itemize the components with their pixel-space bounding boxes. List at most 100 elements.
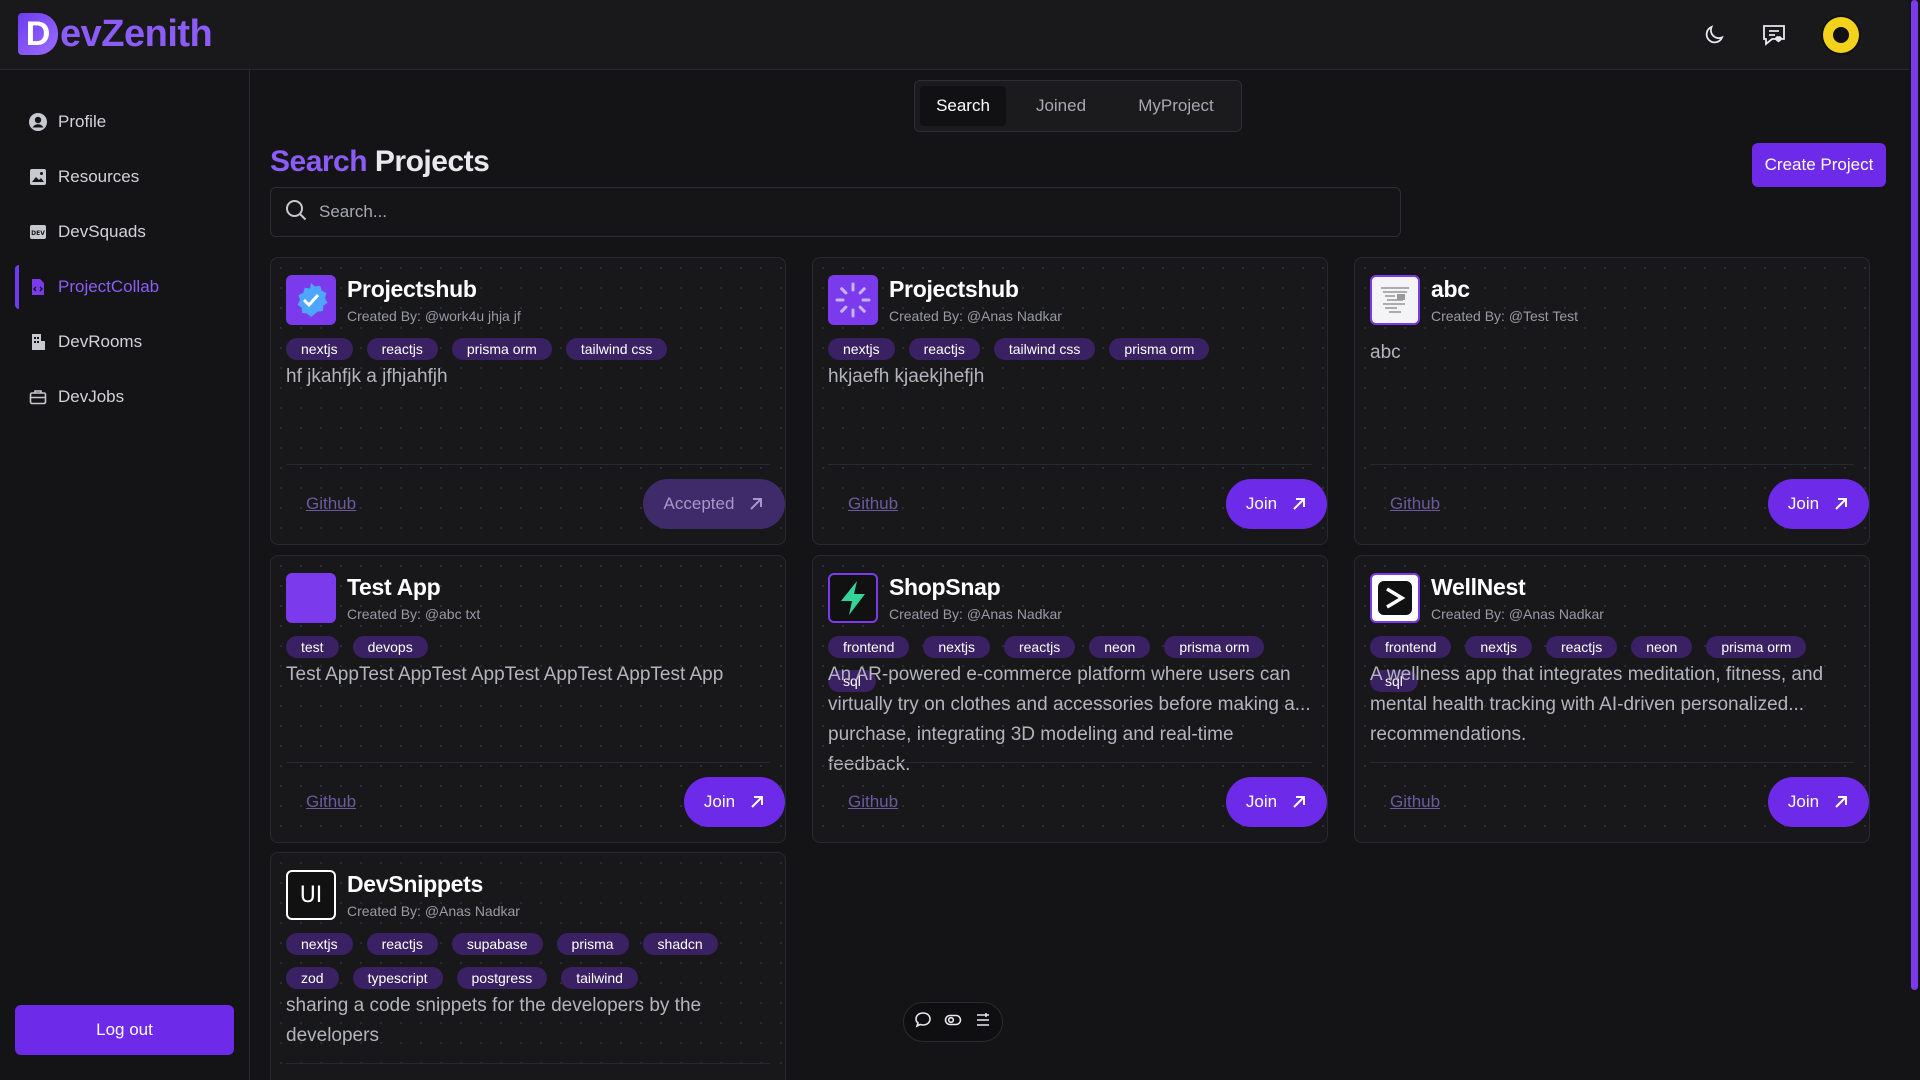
ui-text-icon: UI (286, 870, 336, 920)
tag: nextjs (828, 338, 895, 360)
project-card: Projectshub Created By: @work4u jhja jf … (270, 257, 786, 545)
project-card: ShopSnap Created By: @Anas Nadkar fronte… (812, 555, 1328, 843)
join-button[interactable]: Join (1226, 479, 1327, 529)
tag: prisma orm (451, 338, 552, 360)
project-card: abc Created By: @Test Test abc Github Jo… (1354, 257, 1870, 545)
logout-button[interactable]: Log out (15, 1005, 234, 1055)
sidebar: Profile Resources DEV DevSquads ProjectC… (0, 70, 250, 1080)
scrollbar-thumb[interactable] (1911, 0, 1918, 990)
chat-bubble-icon[interactable] (914, 1011, 932, 1034)
sidebar-item-label: DevJobs (58, 387, 125, 406)
tab-joined[interactable]: Joined (1006, 86, 1116, 126)
tag: tailwind css (565, 338, 668, 360)
card-description: sharing a code snippets for the develope… (286, 995, 702, 1046)
card-divider (828, 464, 1312, 465)
tag: postgress (456, 967, 548, 989)
card-creator: Created By: @work4u jhja jf (347, 308, 521, 324)
avatar[interactable] (1818, 12, 1864, 58)
card-title: WellNest (1431, 574, 1526, 600)
github-link[interactable]: Github (848, 494, 898, 514)
logo-mark: D (18, 13, 58, 55)
user-circle-icon (28, 112, 48, 132)
tag: test (286, 636, 339, 658)
tab-myproject[interactable]: MyProject (1116, 86, 1236, 126)
card-divider (286, 464, 770, 465)
header-icons (1698, 12, 1864, 58)
github-link[interactable]: Github (1390, 494, 1440, 514)
card-divider (286, 1063, 770, 1064)
top-header: D evZenith (0, 0, 1920, 70)
arrow-up-right-icon (1293, 796, 1306, 808)
avatar-image (1823, 17, 1859, 53)
document-thumbnail-icon (1370, 275, 1420, 325)
github-link[interactable]: Github (1390, 792, 1440, 812)
sidebar-item-label: ProjectCollab (58, 277, 160, 296)
card-creator: Created By: @Anas Nadkar (889, 308, 1062, 324)
card-tags: nextjs reactjs prisma orm tailwind css (286, 338, 776, 360)
sidebar-item-projectcollab[interactable]: ProjectCollab (15, 265, 237, 309)
card-divider (1370, 762, 1854, 763)
toggle-icon[interactable] (944, 1011, 962, 1034)
search-bar (270, 187, 1401, 237)
spinner-icon (828, 275, 878, 325)
project-tabs: Search Joined MyProject (914, 80, 1242, 132)
project-card: Test App Created By: @abc txt test devop… (270, 555, 786, 843)
sidebar-item-devsquads[interactable]: DEV DevSquads (15, 210, 237, 254)
card-title: Test App (347, 574, 441, 600)
sidebar-item-devjobs[interactable]: DevJobs (15, 375, 237, 419)
sidebar-item-label: DevRooms (58, 332, 143, 351)
card-description: hf jkahfjk a jfhjahfjh (286, 366, 448, 387)
sidebar-item-label: Resources (58, 167, 140, 186)
join-button[interactable]: Join (1226, 777, 1327, 827)
moon-icon[interactable] (1698, 19, 1730, 51)
accepted-button[interactable]: Accepted (643, 479, 785, 529)
card-divider (1370, 464, 1854, 465)
arrow-up-right-icon (1835, 796, 1848, 808)
tag: typescript (352, 967, 443, 989)
tab-search[interactable]: Search (920, 86, 1006, 126)
sidebar-item-label: DevSquads (58, 222, 146, 241)
sidebar-item-devrooms[interactable]: DevRooms (15, 320, 237, 364)
app-logo[interactable]: D evZenith (18, 12, 213, 56)
card-creator: Created By: @Anas Nadkar (347, 903, 520, 919)
project-card: WellNest Created By: @Anas Nadkar fronte… (1354, 555, 1870, 843)
list-icon[interactable] (974, 1011, 992, 1034)
tag: zod (286, 967, 339, 989)
floating-toolbar (903, 1002, 1003, 1042)
card-description: A wellness app that integrates meditatio… (1370, 664, 1824, 745)
tag: prisma (556, 933, 629, 955)
card-title: Projectshub (347, 276, 477, 302)
join-button[interactable]: Join (1768, 479, 1869, 529)
card-title: ShopSnap (889, 574, 1001, 600)
card-title: abc (1431, 276, 1470, 302)
dev-badge-icon: DEV (28, 222, 48, 242)
tag: supabase (451, 933, 543, 955)
card-tags: nextjs reactjs supabase prisma shadcn zo… (286, 933, 776, 989)
card-description: hkjaefh kjaekjhefjh (828, 366, 985, 387)
tag: reactjs (1003, 636, 1076, 658)
code-file-icon (28, 277, 48, 297)
create-project-button[interactable]: Create Project (1752, 143, 1886, 187)
project-card: Projectshub Created By: @Anas Nadkar nex… (812, 257, 1328, 545)
message-heart-icon[interactable] (1758, 19, 1790, 51)
github-link[interactable]: Github (306, 494, 356, 514)
tag: frontend (1370, 636, 1452, 658)
sidebar-item-profile[interactable]: Profile (15, 100, 237, 144)
tag: reactjs (908, 338, 980, 360)
github-link[interactable]: Github (848, 792, 898, 812)
join-button[interactable]: Join (684, 777, 785, 827)
sidebar-item-resources[interactable]: Resources (15, 155, 237, 199)
join-button[interactable]: Join (1768, 777, 1869, 827)
card-creator: Created By: @abc txt (347, 606, 481, 622)
tag: prisma orm (1109, 338, 1210, 360)
search-input[interactable] (319, 202, 1319, 222)
tag: reactjs (366, 338, 438, 360)
tag: nextjs (1465, 636, 1532, 658)
card-creator: Created By: @Anas Nadkar (889, 606, 1062, 622)
card-description: abc (1370, 342, 1401, 363)
verified-badge-icon (286, 275, 336, 325)
arrow-up-right-icon (1835, 498, 1848, 510)
tag: devops (352, 636, 428, 658)
project-card: UI DevSnippets Created By: @Anas Nadkar … (270, 852, 786, 1080)
github-link[interactable]: Github (306, 792, 356, 812)
